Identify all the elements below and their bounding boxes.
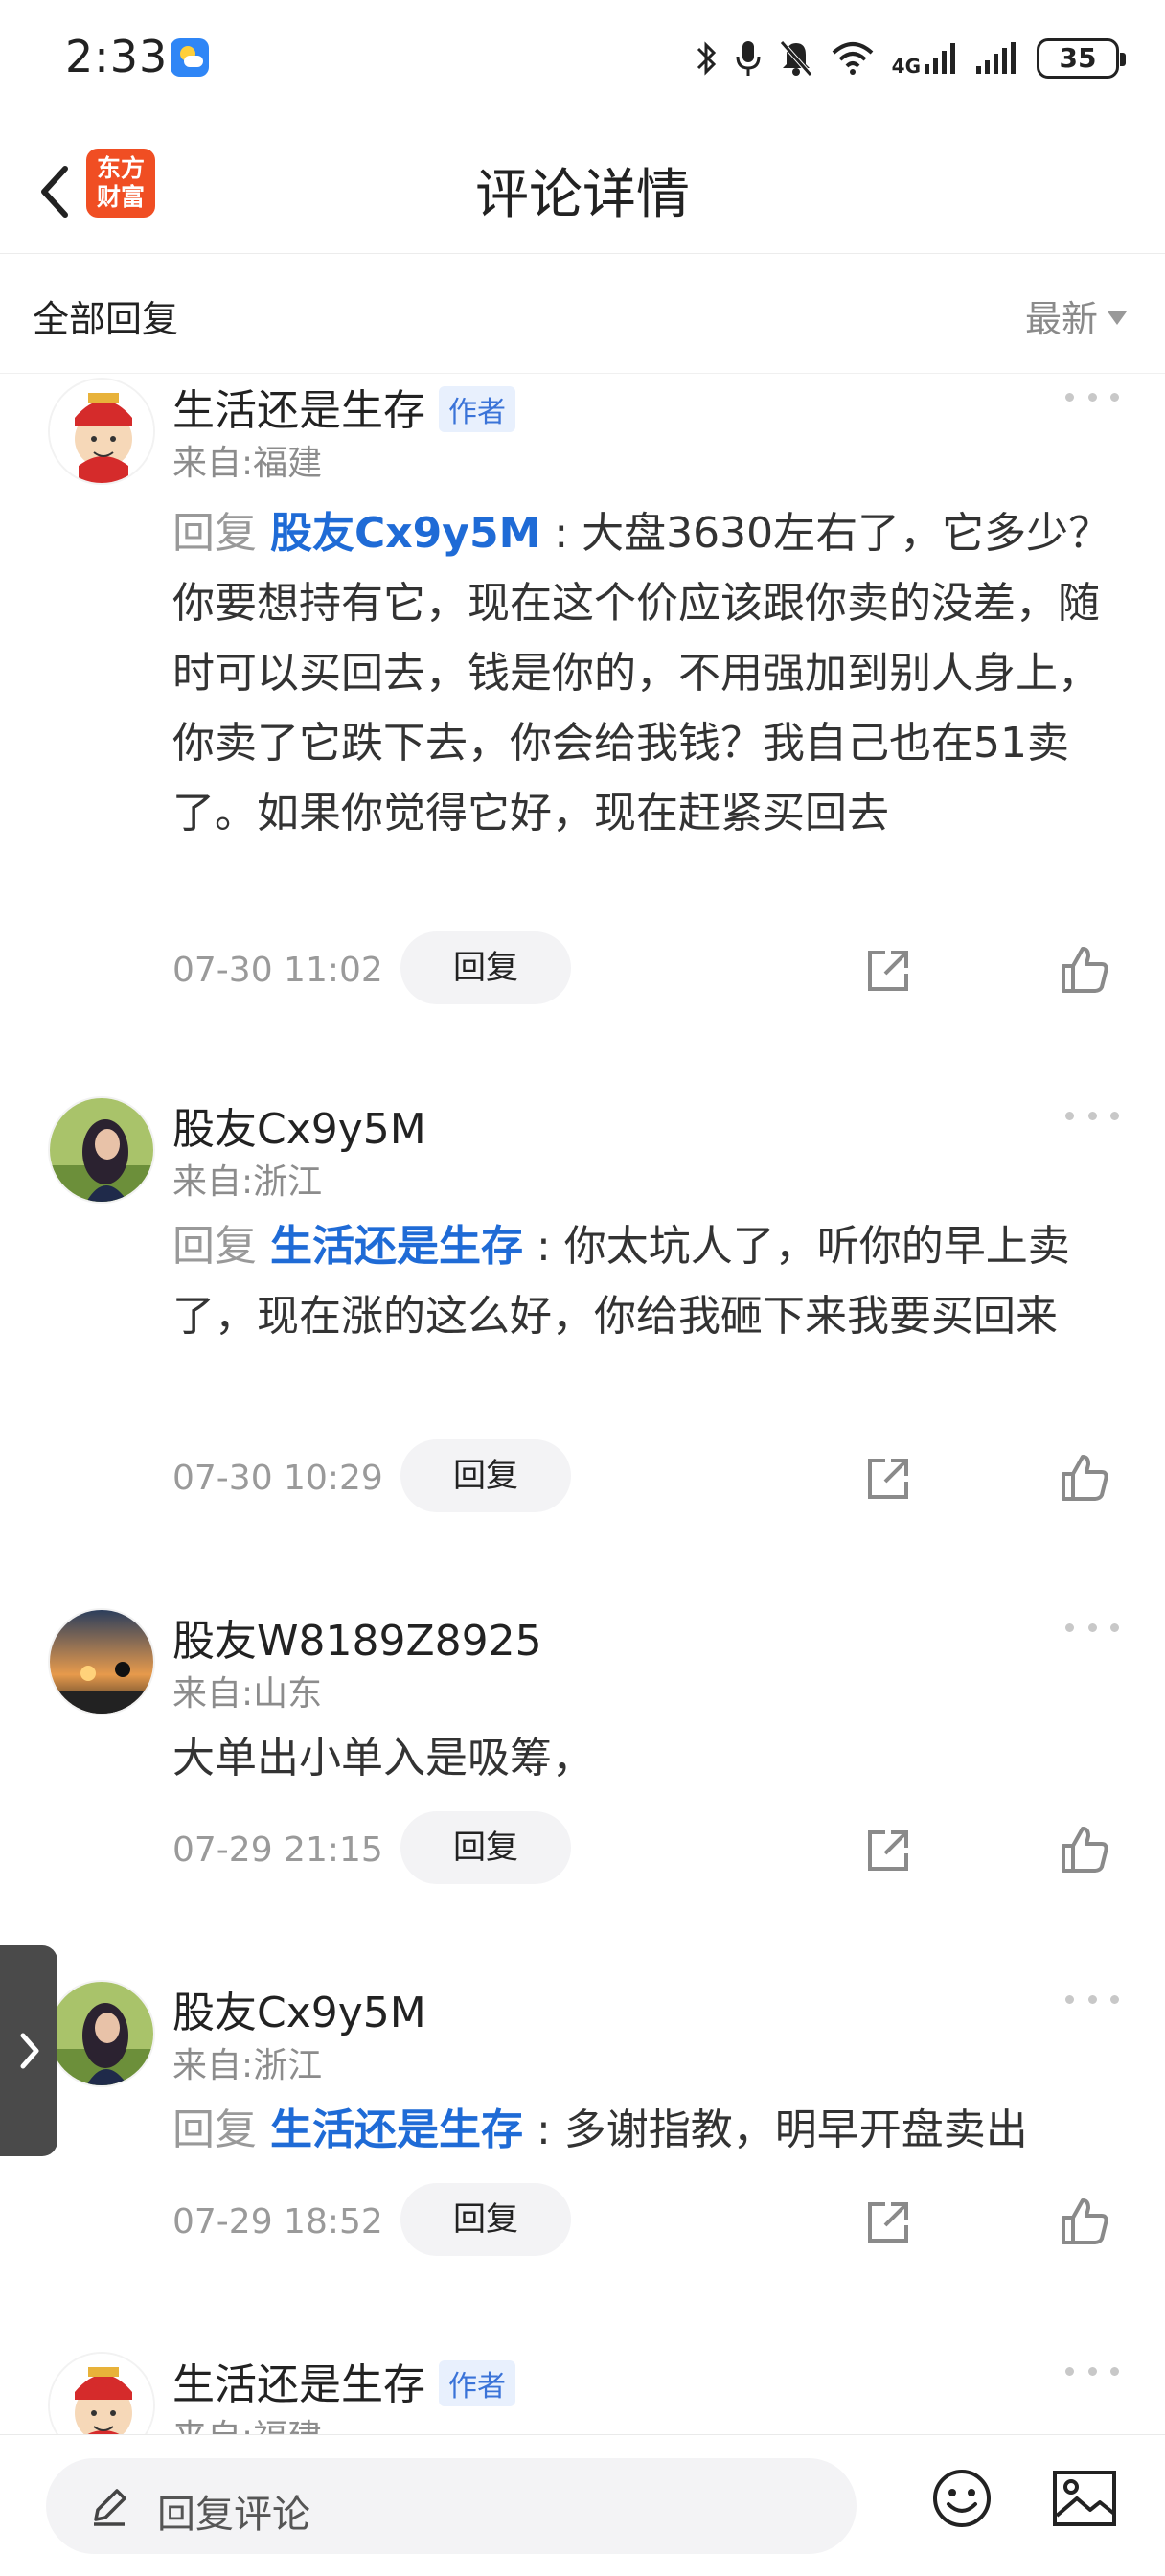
avatar[interactable]	[48, 378, 155, 485]
emoji-icon[interactable]	[931, 2468, 993, 2529]
comment-detail-screen: 2:33 4G 35 东方 财富 评论详情 全部回复 最新 生活还是生存 作者 …	[0, 0, 1165, 2576]
pencil-icon	[94, 2489, 126, 2526]
comment-text: 回复 生活还是生存 : 你太坑人了，听你的早上卖了，现在涨的这么好，你给我砸下来…	[172, 1211, 1121, 1351]
author-tag: 作者	[439, 386, 515, 432]
comment-text: 回复 生活还是生存 : 多谢指教，明早开盘卖出	[172, 2095, 1121, 2165]
battery-icon: 35	[1037, 38, 1126, 79]
reply-target-link[interactable]: 生活还是生存	[270, 1222, 523, 1271]
bottom-reply-bar: 回复评论	[0, 2434, 1165, 2576]
comment-actions: 07-29 18:52 回复	[172, 2183, 1121, 2260]
commenter-name[interactable]: 股友W8189Z8925	[172, 1606, 542, 1668]
avatar[interactable]	[48, 1980, 155, 2087]
signal-icon-2	[976, 42, 1016, 74]
commenter-name-text: 生活还是生存	[172, 2360, 425, 2409]
comment-actions: 07-30 10:29 回复	[172, 1439, 1121, 1516]
avatar[interactable]	[48, 1608, 155, 1715]
comment-item: 生活还是生存作者 来自:福建	[0, 2348, 1165, 2434]
reply-prefix: 回复	[172, 2105, 270, 2154]
wifi-icon	[832, 42, 873, 75]
comment-item: 股友Cx9y5M 来自:浙江 回复 生活还是生存 : 你太坑人了，听你的早上卖了…	[0, 1092, 1165, 1572]
mute-bell-icon	[779, 40, 812, 77]
network-type: 4G	[891, 55, 921, 78]
side-expand-tab[interactable]	[0, 1945, 57, 2156]
comment-body: 大单出小单入是吸筹，	[172, 1734, 594, 1782]
more-options-icon[interactable]	[1065, 2361, 1119, 2380]
comment-body: 多谢指教，明早开盘卖出	[563, 2105, 1028, 2154]
comment-actions: 07-30 11:02 回复	[172, 932, 1121, 1008]
like-thumb-icon[interactable]	[1058, 2195, 1111, 2248]
weather-icon	[171, 38, 209, 77]
comment-time: 07-30 11:02	[172, 951, 383, 990]
commenter-name[interactable]: 生活还是生存 作者	[172, 2350, 515, 2411]
commenter-location: 来自:浙江	[172, 1162, 323, 1202]
reply-separator: :	[523, 1222, 564, 1271]
comment-time: 07-29 18:52	[172, 2202, 383, 2242]
commenter-name-text: 生活还是生存	[172, 386, 425, 435]
comment-list: 生活还是生存 作者 来自:福建 回复 股友Cx9y5M : 大盘3630左右了，它…	[0, 374, 1165, 2434]
comment-body: 大盘3630左右了，它多少？你要想持有它，现在这个价应该跟你卖的没差，随时可以买…	[172, 509, 1111, 838]
reply-target-link[interactable]: 生活还是生存	[270, 2105, 523, 2154]
status-bar: 2:33 4G 35	[0, 0, 1165, 115]
commenter-location: 来自:浙江	[172, 2046, 323, 2085]
more-options-icon[interactable]	[1065, 1106, 1119, 1125]
comment-item: 股友Cx9y5M 来自:浙江 回复 生活还是生存 : 多谢指教，明早开盘卖出 0…	[0, 1976, 1165, 2283]
reply-target-link[interactable]: 股友Cx9y5M	[270, 509, 540, 558]
reply-button[interactable]: 回复	[400, 932, 571, 1004]
reply-separator: :	[540, 509, 582, 558]
reply-placeholder: 回复评论	[157, 2493, 310, 2537]
reply-button[interactable]: 回复	[400, 2183, 571, 2256]
more-options-icon[interactable]	[1065, 1990, 1119, 2009]
top-nav: 东方 财富 评论详情	[0, 134, 1165, 254]
comment-actions: 07-29 21:15 回复	[172, 1811, 1121, 1888]
status-icons: 4G 35	[695, 34, 1126, 82]
status-time: 2:33	[65, 31, 169, 82]
more-options-icon[interactable]	[1065, 1618, 1119, 1637]
commenter-name[interactable]: 生活还是生存 作者	[172, 376, 515, 437]
comment-item: 股友W8189Z8925 来自:山东 大单出小单入是吸筹， 07-29 21:1…	[0, 1604, 1165, 1911]
sort-dropdown[interactable]: 最新	[1025, 289, 1127, 342]
comment-text: 回复 股友Cx9y5M : 大盘3630左右了，它多少？你要想持有它，现在这个价…	[172, 498, 1121, 848]
share-icon[interactable]	[862, 1453, 914, 1505]
comment-item: 生活还是生存 作者 来自:福建 回复 股友Cx9y5M : 大盘3630左右了，它…	[0, 374, 1165, 1006]
bluetooth-icon	[697, 41, 716, 76]
more-options-icon[interactable]	[1065, 387, 1119, 406]
share-icon[interactable]	[862, 945, 914, 997]
comment-text: 大单出小单入是吸筹，	[172, 1723, 1121, 1793]
like-thumb-icon[interactable]	[1058, 1451, 1111, 1505]
reply-button[interactable]: 回复	[400, 1811, 571, 1884]
reply-button[interactable]: 回复	[400, 1439, 571, 1512]
all-replies-label: 全部回复	[33, 298, 179, 340]
sort-row: 全部回复 最新	[0, 255, 1165, 374]
commenter-location: 来自:山东	[172, 1674, 323, 1714]
signal-icon: 4G	[892, 41, 958, 76]
caret-down-icon	[1108, 310, 1127, 325]
share-icon[interactable]	[862, 2196, 914, 2248]
mic-icon	[736, 41, 761, 76]
comment-time: 07-29 21:15	[172, 1830, 383, 1870]
like-thumb-icon[interactable]	[1058, 1823, 1111, 1876]
avatar[interactable]	[48, 2352, 155, 2434]
reply-separator: :	[523, 2105, 564, 2154]
reply-comment-input[interactable]: 回复评论	[46, 2458, 857, 2554]
reply-prefix: 回复	[172, 1222, 270, 1271]
chevron-right-icon	[20, 2033, 39, 2069]
author-tag: 作者	[439, 2360, 515, 2406]
share-icon[interactable]	[862, 1825, 914, 1876]
commenter-location: 来自:福建	[172, 444, 323, 483]
reply-prefix: 回复	[172, 509, 270, 558]
sort-selected: 最新	[1024, 298, 1098, 340]
commenter-name[interactable]: 股友Cx9y5M	[172, 1978, 426, 2039]
like-thumb-icon[interactable]	[1058, 943, 1111, 997]
avatar[interactable]	[48, 1096, 155, 1204]
commenter-name[interactable]: 股友Cx9y5M	[172, 1094, 426, 1156]
comment-time: 07-30 10:29	[172, 1459, 383, 1498]
commenter-location: 来自:福建	[172, 2409, 322, 2434]
image-icon[interactable]	[1052, 2470, 1117, 2527]
page-title: 评论详情	[475, 164, 690, 226]
